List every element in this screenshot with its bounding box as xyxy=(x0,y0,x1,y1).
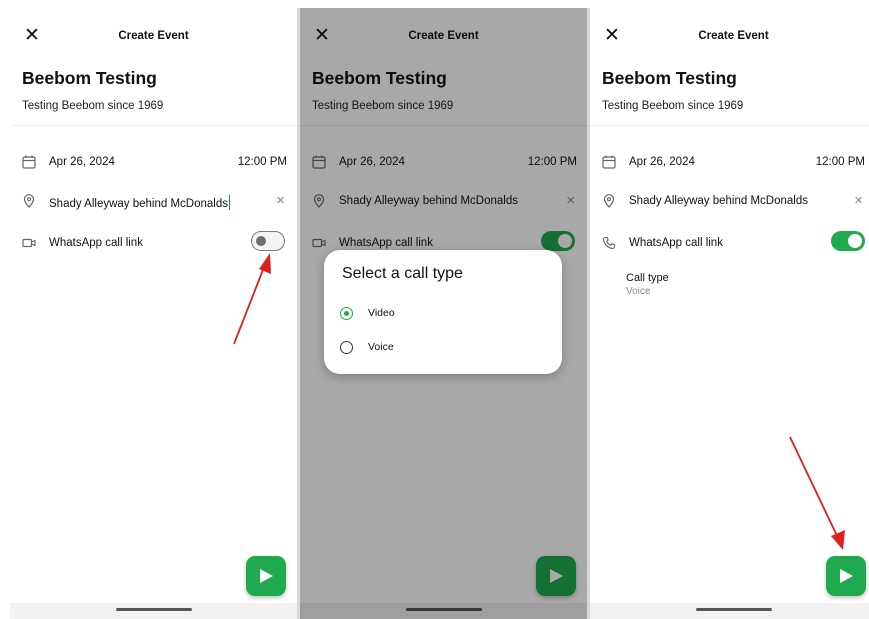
annotation-arrow-send xyxy=(789,436,845,550)
annotation-layer xyxy=(233,253,845,550)
annotation-arrow-toggle xyxy=(233,253,271,345)
